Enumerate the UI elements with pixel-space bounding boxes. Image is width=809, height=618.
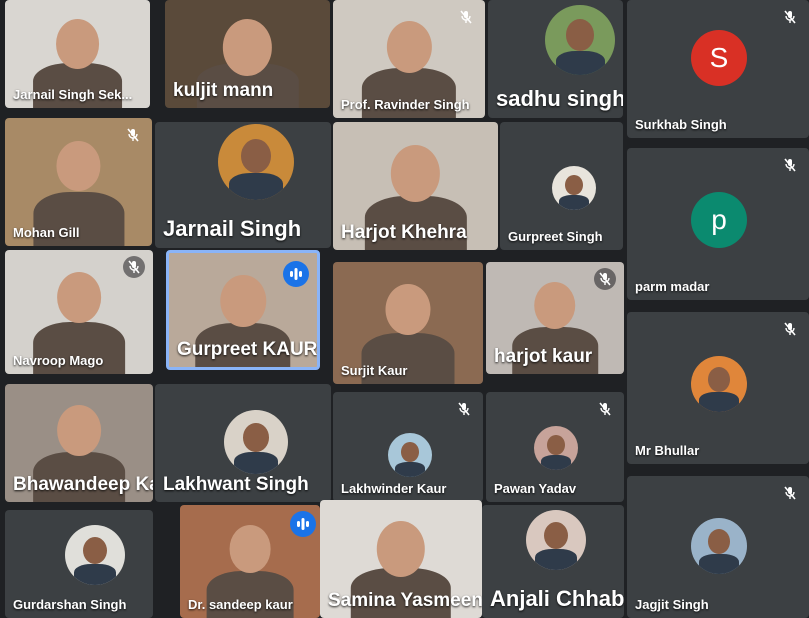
participant-tile[interactable]: p parm madar [627, 148, 809, 300]
avatar-photo [65, 525, 125, 585]
mic-off-icon [594, 398, 616, 420]
participant-name: Jarnail Singh [163, 216, 302, 241]
participant-name: Samina Yasmeen [328, 590, 482, 611]
mic-off-icon [779, 154, 801, 176]
participant-name: Mohan Gill [13, 225, 80, 240]
participant-tile[interactable]: Gurpreet KAUR [166, 250, 320, 370]
avatar-photo [545, 5, 615, 75]
participant-tile[interactable]: Dr. sandeep kaur [180, 505, 320, 618]
participant-tile[interactable]: Jarnail Singh [155, 122, 331, 248]
mic-off-icon [455, 6, 477, 28]
participant-name: Surjit Kaur [341, 363, 408, 378]
avatar-photo [534, 426, 578, 470]
participant-tile[interactable]: Surjit Kaur [333, 262, 483, 384]
participant-name: Lakhwinder Kaur [341, 481, 447, 496]
mic-off-icon [122, 124, 144, 146]
participant-tile[interactable]: Mr Bhullar [627, 312, 809, 464]
avatar-initial: S [709, 42, 729, 73]
audio-bars-icon [290, 511, 316, 537]
participant-name: Surkhab Singh [635, 117, 727, 132]
participant-name: Mr Bhullar [635, 443, 700, 458]
participant-tile[interactable]: Gurpreet Singh [500, 122, 623, 250]
participant-name: kuljit mann [173, 80, 274, 101]
mic-off-icon [453, 398, 475, 420]
participant-name: Navroop Mago [13, 353, 104, 368]
participant-grid: Jarnail Singh Sek... kuljit mann Prof. Rav… [0, 0, 809, 618]
participant-tile[interactable]: sadhu singh [488, 0, 623, 118]
participant-name: Prof. Ravinder Singh [341, 97, 470, 112]
avatar-photo [224, 410, 288, 474]
avatar-photo [552, 166, 596, 210]
participant-tile[interactable]: Mohan Gill [5, 118, 152, 246]
avatar-photo [388, 433, 432, 477]
participant-tile[interactable]: harjot kaur [486, 262, 624, 374]
avatar-photo [691, 356, 747, 412]
participant-tile[interactable]: kuljit mann [165, 0, 330, 108]
participant-tile[interactable]: Jarnail Singh Sek... [5, 0, 150, 108]
participant-name: sadhu singh [496, 86, 623, 111]
mic-off-icon [594, 268, 616, 290]
participant-name: Jagjit Singh [635, 597, 709, 612]
participant-tile[interactable]: Lakhwant Singh [155, 384, 331, 502]
participant-name: Harjot Khehra [341, 222, 467, 243]
participant-tile[interactable]: Anjali Chhabra [482, 505, 624, 618]
mic-off-icon [779, 482, 801, 504]
participant-name: Anjali Chhabra [490, 586, 624, 611]
participant-name: Lakhwant Singh [163, 474, 309, 495]
avatar-letter: S [691, 30, 747, 86]
participant-tile[interactable]: Gurdarshan Singh [5, 510, 153, 618]
participant-tile[interactable]: Lakhwinder Kaur [333, 392, 483, 502]
avatar-letter: p [691, 192, 747, 248]
audio-bars-icon [283, 261, 309, 287]
avatar-photo [218, 124, 294, 200]
participant-name: Gurdarshan Singh [13, 597, 127, 612]
participant-tile[interactable]: Navroop Mago [5, 250, 153, 374]
participant-name: harjot kaur [494, 346, 593, 367]
participant-tile[interactable]: Bhawandeep Kaur [5, 384, 153, 502]
participant-name: Gurpreet KAUR [177, 339, 318, 360]
participant-tile[interactable]: Pawan Yadav [486, 392, 624, 502]
avatar-photo [526, 510, 586, 570]
avatar-initial: p [711, 204, 727, 235]
mic-off-icon [779, 318, 801, 340]
participant-tile[interactable]: Prof. Ravinder Singh [333, 0, 485, 118]
participant-name: Gurpreet Singh [508, 229, 603, 244]
participant-tile[interactable]: Jagjit Singh [627, 476, 809, 618]
participant-name: Dr. sandeep kaur [188, 597, 293, 612]
participant-name: Pawan Yadav [494, 481, 577, 496]
participant-name: Bhawandeep Kaur [13, 474, 153, 495]
mic-off-icon [123, 256, 145, 278]
participant-tile[interactable]: Samina Yasmeen [320, 500, 482, 618]
participant-name: Jarnail Singh Sek... [13, 87, 133, 102]
participant-tile[interactable]: S Surkhab Singh [627, 0, 809, 138]
mic-off-icon [779, 6, 801, 28]
participant-name: parm madar [635, 279, 710, 294]
avatar-photo [691, 518, 747, 574]
participant-tile[interactable]: Harjot Khehra [333, 122, 498, 250]
